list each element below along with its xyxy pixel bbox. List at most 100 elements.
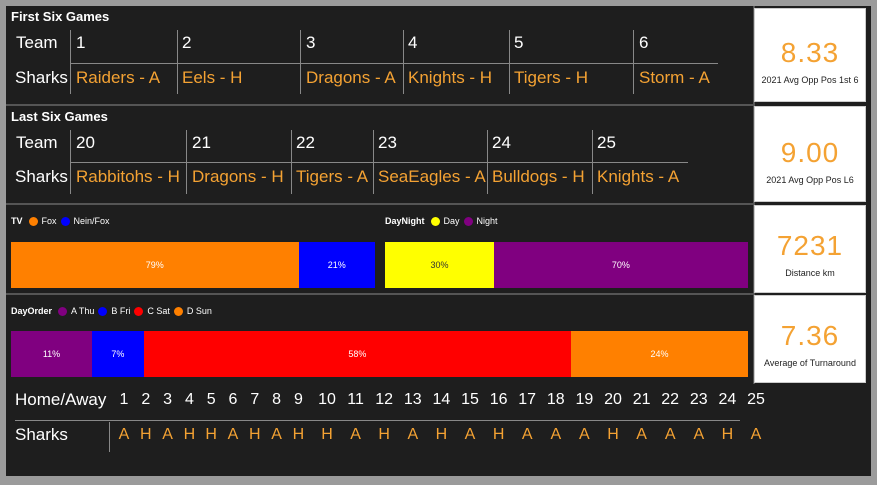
home-away-value: H: [183, 426, 196, 443]
home-away-round: 2: [141, 391, 151, 408]
home-away-value: A: [162, 426, 173, 443]
home-away-value: A: [521, 426, 533, 443]
dayorder-legend-item: A Thu: [71, 306, 95, 316]
dashboard-canvas: First Six Games Team Sharks 1 Raiders - …: [6, 6, 871, 476]
tv-legend-title: TV: [11, 216, 23, 226]
last-six-panel: Last Six Games Team Sharks 20 Rabbitohs …: [6, 106, 753, 203]
kpi-card-turnaround: 7.36 Average of Turnaround: [754, 295, 866, 383]
kpi-label: 2021 Avg Opp Pos L6: [766, 175, 854, 185]
first-six-opponent: Eels - H: [182, 68, 243, 87]
dayorder-legend-item: D Sun: [186, 306, 212, 316]
home-away-value: H: [249, 426, 261, 443]
home-away-value: H: [205, 426, 217, 443]
thu-legend-dot-icon: [58, 306, 68, 316]
daynight-segment[interactable]: 70%: [493, 242, 748, 288]
kpi-value: 9.00: [780, 137, 840, 168]
home-away-value: H: [378, 426, 390, 443]
first-six-round: 4: [408, 33, 418, 52]
home-away-value: A: [693, 426, 705, 443]
last-six-opponent: Bulldogs - H: [492, 167, 585, 186]
home-away-round: 1: [119, 391, 129, 408]
last-six-round: 25: [597, 133, 616, 152]
last-six-team-header: Team: [16, 133, 58, 152]
kpi-card-avg-opp-first6: 8.33 2021 Avg Opp Pos 1st 6: [754, 8, 866, 102]
home-away-value: A: [407, 426, 419, 443]
home-away-round: 14: [432, 391, 451, 408]
tv-legend-item: Nein/Fox: [73, 216, 110, 226]
day-legend-dot-icon: [430, 216, 440, 226]
kpi-label: 2021 Avg Opp Pos 1st 6: [761, 75, 859, 85]
last-six-opponent: Knights - A: [597, 167, 680, 186]
kpi-value: 8.33: [780, 37, 840, 68]
daynight-stacked-bar: 30% 70%: [385, 242, 748, 288]
tv-segment[interactable]: 79%: [11, 242, 299, 288]
sat-legend-dot-icon: [134, 306, 144, 316]
last-six-title: Last Six Games: [11, 109, 108, 124]
tv-stacked-bar: 79% 21%: [11, 242, 375, 288]
dayorder-segment[interactable]: 58%: [143, 331, 572, 377]
kpi-value: 7.36: [780, 320, 840, 351]
home-away-round: 9: [293, 391, 303, 408]
first-six-team-name: Sharks: [15, 68, 68, 87]
home-away-value: A: [464, 426, 476, 443]
daynight-legend: DayNight Day Night: [385, 216, 498, 226]
fox-legend-dot-icon: [28, 216, 38, 226]
last-six-team-name: Sharks: [15, 167, 68, 186]
last-six-round: 21: [192, 133, 211, 152]
first-six-panel: First Six Games Team Sharks 1 Raiders - …: [6, 6, 753, 104]
first-six-title: First Six Games: [11, 9, 110, 24]
home-away-round: 5: [206, 391, 216, 408]
home-away-round: 8: [272, 391, 282, 408]
fri-legend-dot-icon: [98, 306, 108, 316]
home-away-header: Home/Away: [15, 390, 107, 409]
home-away-round: 22: [661, 391, 680, 408]
home-away-round: 13: [403, 391, 422, 408]
first-six-round: 6: [639, 33, 649, 52]
dayorder-segment[interactable]: 24%: [571, 331, 748, 377]
kpi-label: Distance km: [785, 268, 835, 278]
last-six-opponent: SeaEagles - A: [378, 167, 486, 186]
tv-segment[interactable]: 21%: [298, 242, 375, 288]
first-six-round: 3: [306, 33, 316, 52]
last-six-round: 20: [76, 133, 95, 152]
home-away-value: A: [271, 426, 282, 443]
dayorder-segment[interactable]: 11%: [11, 331, 93, 377]
kpi-card-distance: 7231 Distance km: [754, 205, 866, 293]
tv-legend-item: Fox: [41, 216, 57, 226]
home-away-value: A: [664, 426, 676, 443]
dayorder-segment[interactable]: 7%: [92, 331, 144, 377]
home-away-round: 6: [228, 391, 238, 408]
first-six-round: 2: [182, 33, 192, 52]
last-six-round: 22: [296, 133, 315, 152]
daynight-legend-item: Night: [476, 216, 498, 226]
kpi-card-avg-opp-last6: 9.00 2021 Avg Opp Pos L6: [754, 106, 866, 202]
tv-daynight-panel: TV Fox Nein/Fox 79% 21% DayNight Day Nigh…: [6, 205, 753, 293]
home-away-round: 4: [184, 391, 194, 408]
home-away-round: 15: [461, 391, 479, 408]
home-away-round: 10: [318, 391, 336, 408]
home-away-round: 24: [718, 391, 737, 408]
first-six-opponent: Dragons - A: [306, 68, 396, 87]
kpi-label: Average of Turnaround: [764, 358, 856, 368]
home-away-value: A: [350, 426, 361, 443]
home-away-value: H: [721, 426, 734, 443]
sun-legend-dot-icon: [173, 306, 183, 316]
first-six-opponent: Tigers - H: [514, 68, 588, 87]
dayorder-legend-title: DayOrder: [11, 306, 53, 316]
night-legend-dot-icon: [463, 216, 473, 226]
home-away-value: A: [550, 426, 562, 443]
first-six-opponent: Storm - A: [639, 68, 710, 87]
home-away-value: H: [435, 426, 448, 443]
dayorder-stacked-bar: 11% 7% 58% 24%: [11, 331, 748, 377]
daynight-segment[interactable]: 30%: [385, 242, 494, 288]
home-away-value: A: [579, 426, 590, 443]
home-away-value: H: [607, 426, 619, 443]
nein-fox-legend-dot-icon: [60, 216, 70, 226]
home-away-round: 19: [575, 391, 594, 408]
dayorder-legend: DayOrder A Thu B Fri C Sat D Sun: [11, 306, 212, 316]
home-away-round: 21: [632, 391, 651, 408]
first-six-opponent: Knights - H: [408, 68, 493, 87]
last-six-opponent: Rabbitohs - H: [76, 167, 180, 186]
home-away-round: 23: [689, 391, 708, 408]
dayorder-legend-item: C Sat: [147, 306, 170, 316]
